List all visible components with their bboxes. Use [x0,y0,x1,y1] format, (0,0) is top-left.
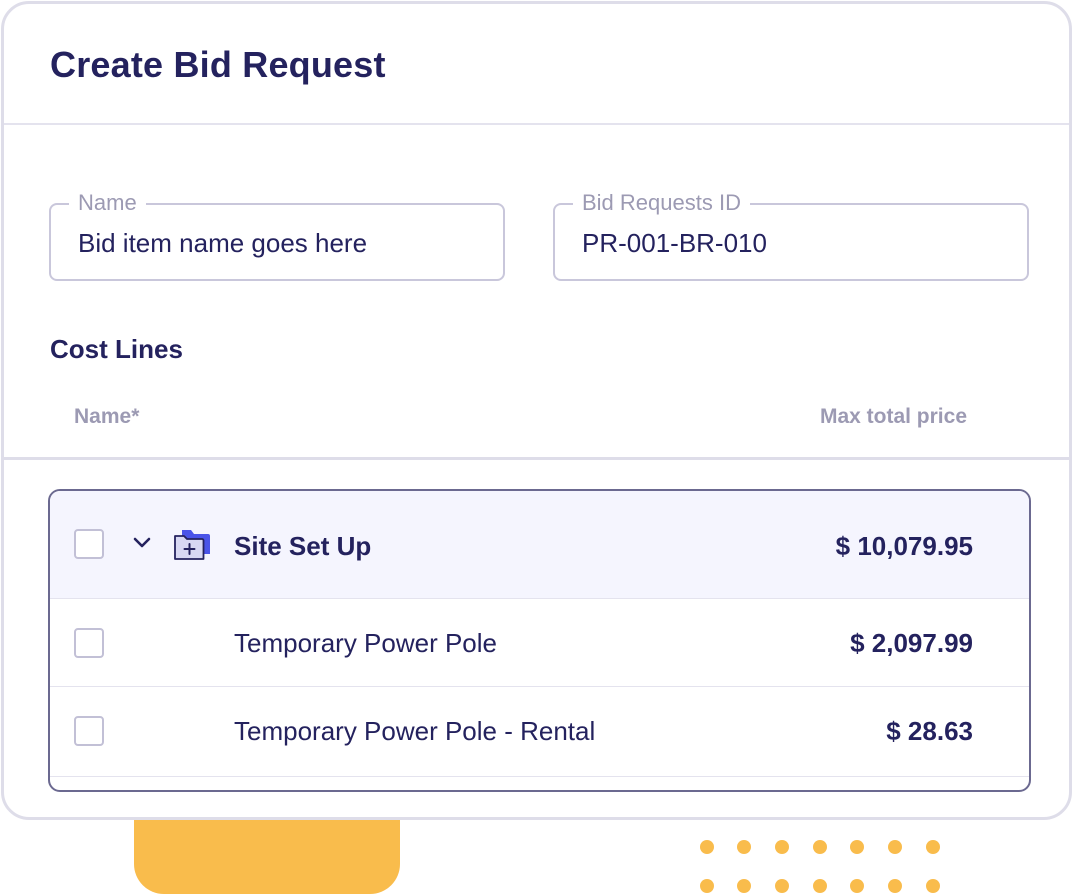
name-field[interactable]: Name Bid item name goes here [49,190,505,281]
cost-line-group-row[interactable]: Site Set Up $ 10,079.95 [50,491,1029,599]
decorative-dot-grid [700,840,950,894]
group-price: $ 10,079.95 [835,531,973,561]
cost-lines-title: Cost Lines [50,334,183,364]
group-checkbox[interactable] [74,529,104,559]
create-bid-request-card: Create Bid Request Name Bid item name go… [1,1,1072,820]
bid-request-id-field[interactable]: Bid Requests ID PR-001-BR-010 [553,190,1029,281]
table-header-divider [4,457,1069,460]
cost-line-name: Temporary Power Pole [234,628,497,658]
cost-line-row[interactable]: Temporary Power Pole $ 2,097.99 [50,599,1029,687]
name-field-label: Name [69,190,146,216]
cost-line-name: Temporary Power Pole - Rental [234,716,596,746]
cost-line-price: $ 28.63 [886,716,973,746]
row-checkbox[interactable] [74,628,104,658]
folder-plus-icon [174,530,210,560]
column-header-max-total-price: Max total price [819,405,967,428]
cost-line-price: $ 2,097.99 [850,628,973,658]
row-checkbox[interactable] [74,716,104,746]
cost-line-row[interactable]: Temporary Power Pole - Rental $ 28.63 [50,687,1029,777]
name-field-value[interactable]: Bid item name goes here [78,228,367,258]
group-name: Site Set Up [234,531,372,561]
chevron-down-icon[interactable] [130,531,154,555]
cost-lines-table: Site Set Up $ 10,079.95 Temporary Power … [48,489,1031,792]
header-divider [4,123,1069,125]
column-header-name: Name* [74,405,140,428]
bid-request-id-label: Bid Requests ID [573,190,750,216]
page-title: Create Bid Request [50,44,386,85]
bid-request-id-value[interactable]: PR-001-BR-010 [582,228,767,258]
